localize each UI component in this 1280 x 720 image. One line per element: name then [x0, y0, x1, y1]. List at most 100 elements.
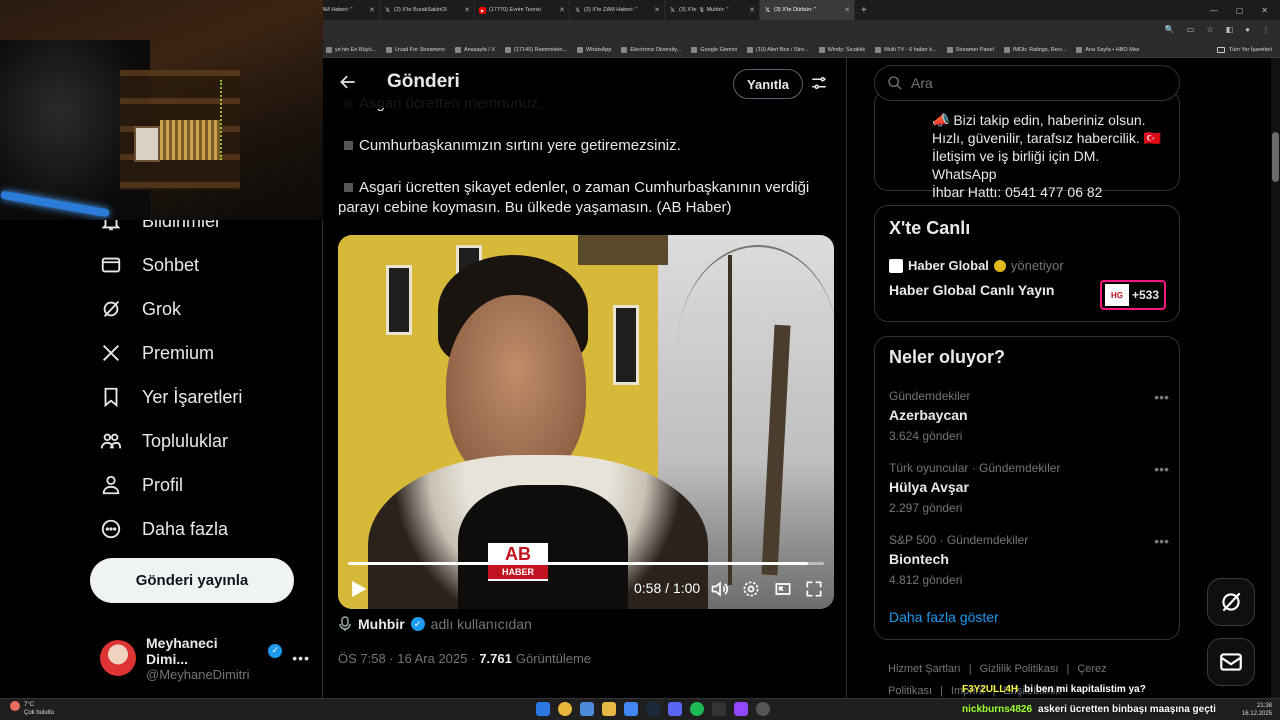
nav-item-sohbet[interactable]: Sohbet	[100, 254, 199, 276]
trend-more-icon[interactable]: •••	[1154, 461, 1169, 477]
bookmark-favicon-icon	[818, 46, 825, 53]
folder-icon	[1216, 46, 1225, 53]
source-attribution[interactable]: Muhbir ✓ adlı kullanıcıdan	[338, 616, 532, 632]
epic-games-icon[interactable]	[712, 702, 726, 716]
bookmark-item[interactable]: Anasayfa / X	[454, 46, 495, 53]
bookmark-item[interactable]: (19) Alert Box / Stre...	[747, 46, 809, 53]
mail-icon	[1220, 653, 1242, 671]
trend-item[interactable]: Gündemdekiler Azerbaycan 3.624 gönderi •…	[889, 389, 1169, 443]
chrome-icon[interactable]	[558, 702, 572, 716]
footer-link[interactable]: Gizlilik Politikası	[980, 663, 1059, 675]
volume-button[interactable]	[710, 579, 730, 599]
filter-settings-icon[interactable]	[810, 74, 828, 92]
close-tab-icon[interactable]: ✕	[559, 6, 565, 14]
minimize-icon[interactable]: —	[1210, 6, 1218, 15]
search-box[interactable]	[874, 65, 1180, 101]
bookmark-label: Multi TV - 6 haber k...	[884, 46, 937, 53]
show-more-link[interactable]: Daha fazla göster	[889, 609, 999, 625]
scrollbar-thumb[interactable]	[1272, 132, 1279, 182]
discord-icon[interactable]	[668, 702, 682, 716]
nav-item-daha-fazla[interactable]: Daha fazla	[100, 518, 228, 540]
browser-tab[interactable]: 𝕏 (2) X'te ZAM Haberi: " ✕	[570, 0, 665, 20]
extensions-icon[interactable]: ◧	[1226, 25, 1234, 34]
video-player[interactable]: AB HABER 0:58 / 1:00	[338, 235, 834, 609]
account-switcher[interactable]: Meyhaneci Dimi... ✓ @MeyhaneDimitri •••	[100, 635, 310, 682]
nav-item-profil[interactable]: Profil	[100, 474, 183, 496]
trend-category: S&P 500 · Gündemdekiler	[889, 533, 1029, 547]
pip-button[interactable]	[773, 579, 793, 599]
windows-start-icon[interactable]	[536, 702, 550, 716]
new-tab-icon[interactable]: +	[855, 5, 873, 16]
trend-more-icon[interactable]: •••	[1154, 533, 1169, 549]
spotify-icon[interactable]	[690, 702, 704, 716]
trend-more-icon[interactable]: •••	[1154, 389, 1169, 405]
page-scrollbar[interactable]	[1271, 58, 1280, 698]
bookmark-item[interactable]: WhatsApp	[577, 46, 611, 53]
nav-item-premium[interactable]: Premium	[100, 342, 214, 364]
all-bookmarks-folder[interactable]: Tüm Yer İşaretleri	[1216, 46, 1280, 53]
bookmark-item[interactable]: Ana Sayfa • HBO Max	[1076, 46, 1140, 53]
bookmark-favicon-icon	[946, 46, 953, 53]
bookmark-item[interactable]: (17145) Rammstein...	[505, 46, 567, 53]
play-button[interactable]	[348, 579, 368, 599]
browser-tab[interactable]: ▶ (17770) Evrim Teorisi ✕	[475, 0, 570, 20]
bio-line: 📣 Bizi takip edin, haberiniz olsun.	[932, 112, 1146, 128]
nav-item-grok[interactable]: Grok	[100, 298, 181, 320]
cast-icon[interactable]: ▭	[1187, 25, 1195, 34]
live-listeners-badge[interactable]: HG +533	[1100, 280, 1166, 310]
bookmark-item[interactable]: ye'nin En Büyü...	[326, 46, 376, 53]
weather-widget[interactable]: 7°C Çok bulutlu	[10, 701, 54, 717]
close-window-icon[interactable]: ✕	[1261, 6, 1268, 15]
bookmark-item[interactable]: Electronic Diversity...	[621, 46, 681, 53]
weather-text-block: 7°C Çok bulutlu	[24, 701, 54, 717]
zoom-icon[interactable]: 🔍	[1165, 25, 1175, 34]
back-arrow-icon[interactable]	[338, 72, 358, 92]
bookmark-item[interactable]: Livad For Streamers	[386, 46, 445, 53]
account-more-icon[interactable]: •••	[292, 650, 310, 666]
browser-tab[interactable]: 𝕏 (3) X'te Dürbün: " ✕	[760, 0, 855, 20]
menu-icon[interactable]: ⋮	[1262, 25, 1270, 34]
close-tab-icon[interactable]: ✕	[654, 6, 660, 14]
close-tab-icon[interactable]: ✕	[844, 6, 850, 14]
close-tab-icon[interactable]: ✕	[464, 6, 470, 14]
nav-item-topluluklar[interactable]: Topluluklar	[100, 430, 228, 452]
footer-link[interactable]: Hizmet Şartları	[888, 663, 961, 675]
close-tab-icon[interactable]: ✕	[369, 6, 375, 14]
source-name[interactable]: Muhbir	[358, 616, 405, 632]
live-host[interactable]: Haber Global yönetiyor	[889, 258, 1064, 273]
browser-tab[interactable]: 𝕏 (2) X'te BurakSakinOl ✕	[380, 0, 475, 20]
live-stream-title[interactable]: Haber Global Canlı Yayın	[889, 282, 1054, 298]
logo-text: AB	[505, 544, 531, 564]
video-settings-button[interactable]	[741, 579, 761, 599]
search-input[interactable]	[911, 75, 1161, 91]
folder-icon[interactable]	[602, 702, 616, 716]
twitch-icon[interactable]	[734, 702, 748, 716]
browser-tab[interactable]: 𝕏 (3) X'te 🎙 Muhbir: " ✕	[665, 0, 760, 20]
nav-item-yer-isaretleri[interactable]: Yer İşaretleri	[100, 386, 242, 408]
steam-icon[interactable]	[646, 702, 660, 716]
bookmark-item[interactable]: Multi TV - 6 haber k...	[875, 46, 937, 53]
bookmark-item[interactable]: Google Gemini	[691, 46, 737, 53]
trend-item[interactable]: Türk oyuncular · Gündemdekiler Hülya Avş…	[889, 461, 1169, 515]
grok-fab-button[interactable]	[1207, 578, 1255, 626]
star-icon[interactable]: ☆	[1206, 25, 1213, 34]
bookmark-favicon-icon	[505, 46, 512, 53]
messages-fab-button[interactable]	[1207, 638, 1255, 686]
obs-icon[interactable]	[756, 702, 770, 716]
reply-button[interactable]: Yanıtla	[733, 69, 803, 99]
post-button[interactable]: Gönderi yayınla	[90, 558, 294, 603]
bookmark-item[interactable]: IMDb: Ratings, Revi...	[1003, 46, 1066, 53]
footer-separator: |	[1066, 663, 1070, 675]
bullet-icon	[344, 141, 353, 151]
close-tab-icon[interactable]: ✕	[749, 6, 755, 14]
bookmark-item[interactable]: Windy: Sıcaklık	[818, 46, 865, 53]
maximize-icon[interactable]: ▢	[1236, 6, 1244, 15]
video-progress-bar[interactable]	[348, 562, 824, 565]
bookmark-item[interactable]: Streamer Panel	[946, 46, 994, 53]
fullscreen-button[interactable]	[804, 579, 824, 599]
trend-item[interactable]: S&P 500 · Gündemdekiler Biontech 4.812 g…	[889, 533, 1169, 587]
post-timestamp[interactable]: ÖS 7:58 · 16 Ara 2025 ·	[338, 651, 475, 666]
store-icon[interactable]	[624, 702, 638, 716]
profile-icon[interactable]: ●	[1245, 25, 1250, 34]
edge-icon[interactable]	[580, 702, 594, 716]
